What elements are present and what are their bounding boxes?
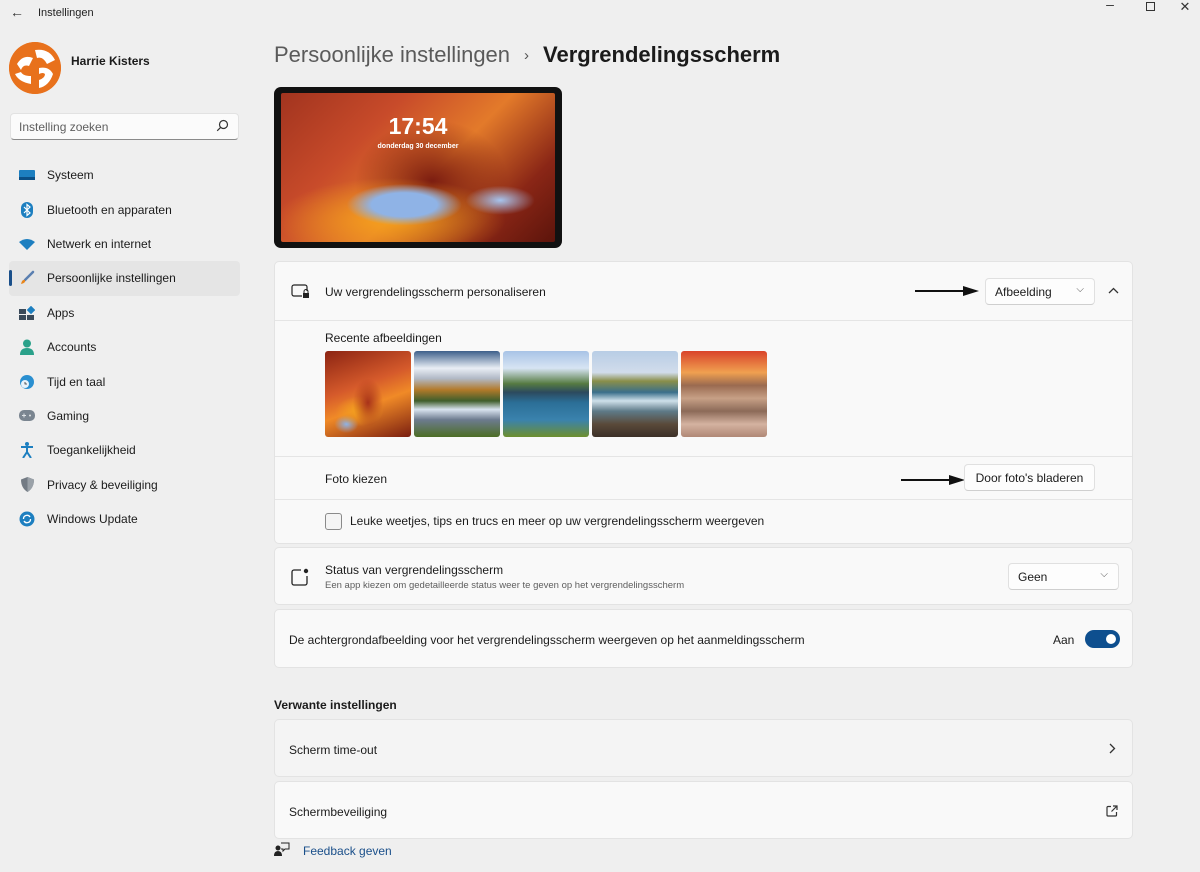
breadcrumb-chevron-icon: › bbox=[524, 46, 530, 64]
search-input[interactable] bbox=[11, 114, 201, 139]
close-button[interactable]: ✕ bbox=[1165, 0, 1200, 13]
lock-screen-status-card: Status van vergrendelingsscherm Een app … bbox=[274, 547, 1133, 605]
feedback-link[interactable]: Feedback geven bbox=[274, 842, 392, 858]
bluetooth-icon bbox=[19, 201, 35, 218]
chevron-up-icon[interactable] bbox=[1108, 287, 1119, 294]
sidebar-item-toegankelijkheid[interactable]: Toegankelijkheid bbox=[9, 433, 240, 467]
status-app-dropdown[interactable]: Geen ⌵ bbox=[1008, 563, 1119, 590]
accessibility-icon bbox=[19, 442, 35, 459]
shield-icon bbox=[19, 477, 35, 493]
status-app-icon bbox=[291, 568, 309, 586]
sidebar-item-privacy[interactable]: Privacy & beveiliging bbox=[9, 468, 240, 502]
sidebar-nav: Systeem Bluetooth en apparaten Netwerk e… bbox=[9, 158, 240, 536]
screensaver-label: Schermbeveiliging bbox=[289, 805, 388, 819]
breadcrumb-parent[interactable]: Persoonlijke instellingen bbox=[274, 42, 510, 68]
status-subtitle: Een app kiezen om gedetailleerde status … bbox=[325, 580, 685, 591]
wifi-icon bbox=[19, 236, 35, 252]
choose-photo-label: Foto kiezen bbox=[325, 472, 388, 486]
divider bbox=[275, 320, 1132, 321]
person-icon bbox=[19, 339, 35, 356]
login-background-toggle[interactable] bbox=[1085, 630, 1120, 648]
personalize-header-row[interactable]: Uw vergrendelingsscherm personaliseren A… bbox=[275, 262, 1132, 320]
login-background-card: De achtergrondafbeelding voor het vergre… bbox=[274, 609, 1133, 668]
background-type-value: Afbeelding bbox=[995, 284, 1052, 299]
screen-timeout-link[interactable]: Scherm time-out bbox=[274, 719, 1133, 777]
monitor-icon bbox=[19, 167, 35, 183]
sidebar-item-persoonlijke-instellingen[interactable]: Persoonlijke instellingen bbox=[9, 261, 240, 296]
feedback-label[interactable]: Feedback geven bbox=[303, 844, 392, 858]
status-title: Status van vergrendelingsscherm bbox=[325, 563, 504, 577]
title-bar: ← Instellingen – ✕ bbox=[0, 0, 1200, 26]
recent-image-thumbnail[interactable] bbox=[503, 351, 589, 437]
annotation-arrow-icon bbox=[901, 475, 965, 485]
sidebar-item-accounts[interactable]: Accounts bbox=[9, 330, 240, 364]
sidebar-item-systeem[interactable]: Systeem bbox=[9, 158, 240, 192]
feedback-icon bbox=[274, 842, 290, 856]
apps-icon bbox=[19, 305, 35, 321]
divider bbox=[275, 456, 1132, 457]
login-background-label: De achtergrondafbeelding voor het vergre… bbox=[289, 633, 805, 647]
maximize-button[interactable] bbox=[1130, 1, 1170, 13]
user-name: Harrie Kisters bbox=[71, 54, 150, 68]
recent-image-thumbnail[interactable] bbox=[325, 351, 411, 437]
search-icon[interactable] bbox=[216, 119, 229, 132]
lock-screen-icon bbox=[291, 284, 310, 298]
recent-image-thumbnail[interactable] bbox=[592, 351, 678, 437]
lock-screen-preview-image: 17:54 donderdag 30 december bbox=[281, 93, 555, 242]
browse-photos-button[interactable]: Door foto's bladeren bbox=[964, 464, 1095, 491]
chevron-right-icon bbox=[1109, 743, 1116, 754]
personalize-title: Uw vergrendelingsscherm personaliseren bbox=[325, 285, 546, 299]
breadcrumb: Persoonlijke instellingen › Vergrendelin… bbox=[274, 42, 780, 68]
avatar[interactable] bbox=[9, 42, 61, 94]
recent-images-label: Recente afbeeldingen bbox=[325, 331, 442, 345]
tips-checkbox[interactable] bbox=[325, 513, 342, 530]
preview-time: 17:54 bbox=[388, 113, 448, 139]
chevron-down-icon: ⌵ bbox=[1100, 569, 1108, 580]
sidebar-item-apps[interactable]: Apps bbox=[9, 296, 240, 330]
update-icon bbox=[19, 511, 35, 527]
clock-globe-icon bbox=[19, 374, 35, 390]
screen-timeout-label: Scherm time-out bbox=[289, 743, 378, 757]
minimize-button[interactable]: – bbox=[1090, 0, 1130, 11]
sidebar-item-gaming[interactable]: Gaming bbox=[9, 399, 240, 433]
preview-date: donderdag 30 december bbox=[377, 143, 459, 150]
settings-search[interactable] bbox=[10, 113, 239, 140]
app-title: Instellingen bbox=[38, 7, 94, 19]
sidebar-item-bluetooth[interactable]: Bluetooth en apparaten bbox=[9, 192, 240, 226]
divider bbox=[275, 499, 1132, 500]
screensaver-link[interactable]: Schermbeveiliging bbox=[274, 781, 1133, 839]
recent-image-thumbnail[interactable] bbox=[681, 351, 767, 437]
tips-checkbox-label[interactable]: Leuke weetjes, tips en trucs en meer op … bbox=[350, 514, 764, 528]
paintbrush-icon bbox=[19, 270, 35, 286]
gamepad-icon bbox=[19, 408, 35, 424]
external-link-icon bbox=[1106, 805, 1118, 817]
related-settings-heading: Verwante instellingen bbox=[274, 698, 397, 712]
sidebar-item-tijd-en-taal[interactable]: Tijd en taal bbox=[9, 364, 240, 398]
maximize-icon bbox=[1145, 2, 1155, 11]
background-type-dropdown[interactable]: Afbeelding ⌵ bbox=[985, 278, 1095, 305]
chevron-down-icon: ⌵ bbox=[1076, 284, 1084, 295]
back-arrow-icon[interactable]: ← bbox=[10, 4, 24, 20]
annotation-arrow-icon bbox=[915, 286, 979, 296]
page-title: Vergrendelingsscherm bbox=[543, 42, 781, 67]
personalize-lock-screen-card: Uw vergrendelingsscherm personaliseren A… bbox=[274, 261, 1133, 544]
status-app-value: Geen bbox=[1018, 569, 1048, 584]
lock-screen-preview: 17:54 donderdag 30 december bbox=[274, 87, 562, 248]
sidebar-item-windows-update[interactable]: Windows Update bbox=[9, 502, 240, 536]
recent-images-list bbox=[325, 351, 767, 437]
avatar-logo-icon bbox=[9, 42, 61, 94]
sidebar-item-netwerk[interactable]: Netwerk en internet bbox=[9, 227, 240, 261]
recent-image-thumbnail[interactable] bbox=[414, 351, 500, 437]
toggle-state-label: Aan bbox=[1053, 633, 1075, 647]
